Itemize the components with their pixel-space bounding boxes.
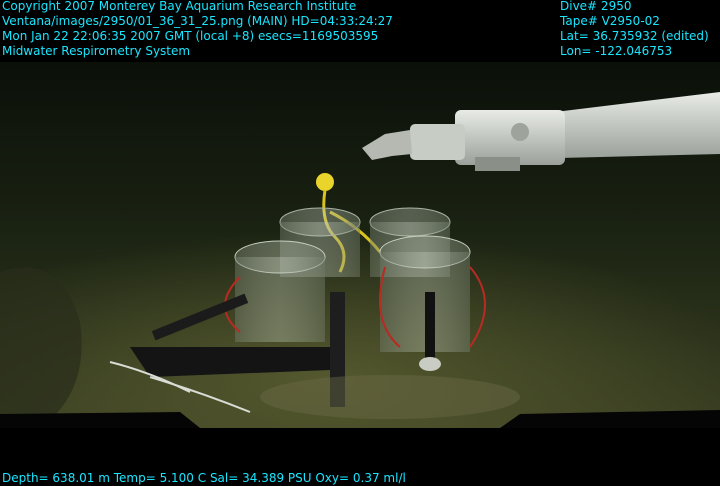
- timestamp-text: Mon Jan 22 22:06:35 2007 GMT (local +8) …: [2, 29, 379, 43]
- dive-number-text: Dive# 2950: [560, 0, 632, 13]
- tape-number-text: Tape# V2950-02: [560, 14, 660, 28]
- sensor-readout-text: Depth= 638.01 m Temp= 5.100 C Sal= 34.38…: [2, 471, 406, 485]
- video-frame: [0, 62, 720, 428]
- sediment-cloud: [260, 375, 520, 419]
- seafloor-scene: [0, 62, 720, 428]
- copyright-text: Copyright 2007 Monterey Bay Aquarium Res…: [2, 0, 357, 13]
- latitude-text: Lat= 36.735932 (edited): [560, 29, 709, 43]
- system-name-text: Midwater Respirometry System: [2, 44, 191, 58]
- yellow-float: [316, 173, 334, 191]
- image-path-text: Ventana/images/2950/01_36_31_25.png (MAI…: [2, 14, 393, 28]
- longitude-text: Lon= -122.046753: [560, 44, 673, 58]
